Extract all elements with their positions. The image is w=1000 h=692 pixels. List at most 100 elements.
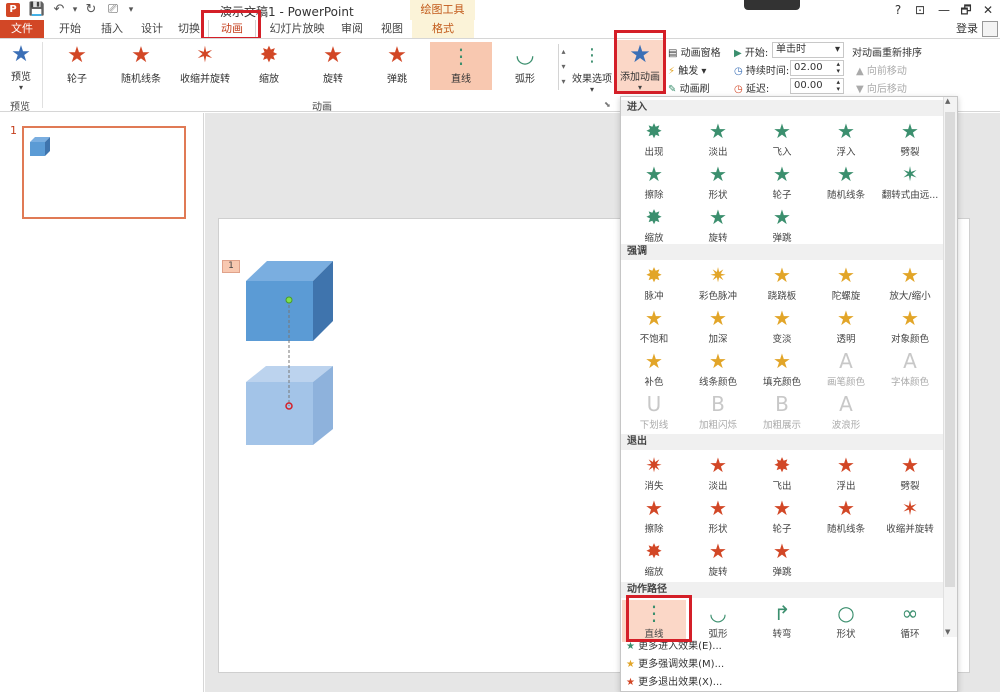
effect-item[interactable]: ✷ 彩色脉冲 [686, 262, 750, 304]
gallery-swivel[interactable]: ★ 旋转 [302, 42, 364, 90]
effect-item[interactable]: ★ 随机线条 [814, 495, 878, 537]
avatar[interactable] [982, 21, 998, 37]
effect-item[interactable]: ✸ 缩放 [622, 538, 686, 580]
effect-item[interactable]: ✸ 脉冲 [622, 262, 686, 304]
effect-item[interactable]: ✷ 消失 [622, 452, 686, 494]
effect-item[interactable]: ★ 劈裂 [878, 452, 942, 494]
slide-thumbnail[interactable] [22, 126, 186, 219]
effect-item[interactable]: ◡ 弧形 [686, 600, 750, 642]
tab-insert[interactable]: 插入 [94, 20, 130, 38]
effect-item[interactable]: ★ 劈裂 [878, 118, 942, 160]
minimize-button[interactable]: — [934, 2, 954, 18]
effect-item[interactable]: ★ 线条颜色 [686, 348, 750, 390]
effect-item[interactable]: ○ 形状 [814, 600, 878, 642]
effect-item[interactable]: ★ 放大/缩小 [878, 262, 942, 304]
effect-item[interactable]: ★ 弹跳 [750, 204, 814, 246]
effect-item[interactable]: ★ 轮子 [750, 495, 814, 537]
swivel-icon: ★ [323, 43, 343, 68]
scroll-up-icon[interactable]: ▲ [945, 97, 950, 105]
move-later-button[interactable]: ▼ 向后移动 [856, 80, 907, 95]
login-link[interactable]: 登录 [956, 20, 978, 38]
gallery-shrink-turn[interactable]: ✶ 收缩并旋转 [174, 42, 236, 90]
effect-item[interactable]: ★ 不饱和 [622, 305, 686, 347]
effect-item[interactable]: ★ 补色 [622, 348, 686, 390]
presentation-icon[interactable]: ⎚ [104, 1, 122, 19]
effect-label: 线条颜色 [698, 377, 737, 388]
move-earlier-button[interactable]: ▲ 向前移动 [856, 62, 907, 77]
save-icon[interactable]: 💾 [28, 1, 46, 19]
effect-item[interactable]: ✸ 飞出 [750, 452, 814, 494]
effect-item[interactable]: ★ 形状 [686, 495, 750, 537]
dialog-launcher-icon[interactable]: ⬊ [604, 100, 611, 109]
effect-item[interactable]: ★ 加深 [686, 305, 750, 347]
effect-item[interactable]: ★ 飞入 [750, 118, 814, 160]
effect-item[interactable]: ★ 弹跳 [750, 538, 814, 580]
tab-format[interactable]: 格式 [412, 20, 474, 38]
effect-item[interactable]: ∞ 循环 [878, 600, 942, 642]
path-start-marker[interactable] [285, 296, 293, 304]
effect-item[interactable]: ★ 陀螺旋 [814, 262, 878, 304]
tab-design[interactable]: 设计 [134, 20, 170, 38]
animation-pane-icon: ▤ [668, 48, 678, 59]
effect-item[interactable]: ★ 淡出 [686, 118, 750, 160]
ribbon-display-button[interactable]: ⊡ [910, 2, 930, 18]
scroll-down-icon[interactable]: ▼ [945, 628, 950, 636]
effect-item[interactable]: ★ 淡出 [686, 452, 750, 494]
close-button[interactable]: ✕ [978, 2, 998, 18]
effect-item[interactable]: ★ 形状 [686, 161, 750, 203]
gallery-random-bars[interactable]: ★ 随机线条 [110, 42, 172, 90]
effect-item[interactable]: ★ 填充颜色 [750, 348, 814, 390]
effect-item[interactable]: ★ 轮子 [750, 161, 814, 203]
gallery-arc-path[interactable]: ◡ 弧形 [494, 42, 556, 90]
preview-star-icon: ★ [11, 42, 31, 67]
effect-item[interactable]: ★ 透明 [814, 305, 878, 347]
more-exit-effects[interactable]: ★ 更多退出效果(X)... [626, 674, 926, 692]
effect-item[interactable]: ★ 对象颜色 [878, 305, 942, 347]
gallery-line-path[interactable]: ⋮ 直线 [430, 42, 492, 90]
effect-options-button[interactable]: ⋮ 效果选项 ▾ [572, 42, 612, 94]
tab-home[interactable]: 开始 [52, 20, 88, 38]
effect-item[interactable]: ★ 变淡 [750, 305, 814, 347]
help-button[interactable]: ? [888, 2, 908, 18]
effect-item[interactable]: ★ 旋转 [686, 204, 750, 246]
duration-label: ◷ 持续时间: [734, 66, 790, 77]
restore-button[interactable]: 🗗 [956, 2, 976, 18]
effect-item[interactable]: ✸ 缩放 [622, 204, 686, 246]
effect-star-icon: ★ [773, 119, 791, 143]
cube-shapes[interactable] [240, 255, 340, 450]
effect-item[interactable]: ★ 浮出 [814, 452, 878, 494]
more-emphasis-effects[interactable]: ★ 更多强调效果(M)... [626, 656, 926, 674]
tab-view[interactable]: 视图 [374, 20, 410, 38]
start-select[interactable]: 单击时 ▾ [772, 42, 844, 58]
preview-button[interactable]: ★ 预览 ▾ [4, 42, 38, 94]
effect-item[interactable]: ✶ 收缩并旋转 [878, 495, 942, 537]
duration-input[interactable]: 02.00 ▴ ▾ [790, 60, 844, 76]
tab-review[interactable]: 审阅 [334, 20, 370, 38]
effect-item[interactable]: ★ 浮入 [814, 118, 878, 160]
effect-item[interactable]: ✸ 出现 [622, 118, 686, 160]
animation-tag[interactable]: 1 [222, 260, 240, 273]
delay-input[interactable]: 00.00 ▴ ▾ [790, 78, 844, 94]
gallery-bounce[interactable]: ★ 弹跳 [366, 42, 428, 90]
gallery-scroll[interactable]: ▴ ▾ ▾ [558, 44, 568, 90]
tab-transitions[interactable]: 切换 [174, 20, 204, 38]
scrollbar-thumb[interactable] [945, 112, 955, 587]
effect-item: B 加粗展示 [750, 391, 814, 433]
effect-label: 浮出 [836, 481, 856, 492]
effect-item[interactable]: ★ 随机线条 [814, 161, 878, 203]
gallery-wheel[interactable]: ★ 轮子 [46, 42, 108, 90]
tab-file[interactable]: 文件 [0, 20, 44, 38]
effect-item[interactable]: ✶ 翻转式由远... [878, 161, 942, 203]
tab-slideshow[interactable]: 幻灯片放映 [262, 20, 332, 38]
effect-item[interactable]: ★ 擦除 [622, 495, 686, 537]
gallery-zoom[interactable]: ✸ 缩放 [238, 42, 300, 90]
effect-item[interactable]: ★ 旋转 [686, 538, 750, 580]
customize-toolbar-icon[interactable]: ▾ [122, 1, 140, 19]
effect-item[interactable]: ★ 擦除 [622, 161, 686, 203]
effect-item[interactable]: ★ 跷跷板 [750, 262, 814, 304]
animation-painter-button[interactable]: ✎ 动画刷 [668, 80, 710, 95]
animation-pane-button[interactable]: ▤ 动画窗格 [668, 44, 721, 59]
redo-icon[interactable]: ↻ [82, 1, 100, 19]
trigger-button[interactable]: ⚡ 触发 ▾ [668, 62, 706, 77]
effect-item[interactable]: ↱ 转弯 [750, 600, 814, 642]
